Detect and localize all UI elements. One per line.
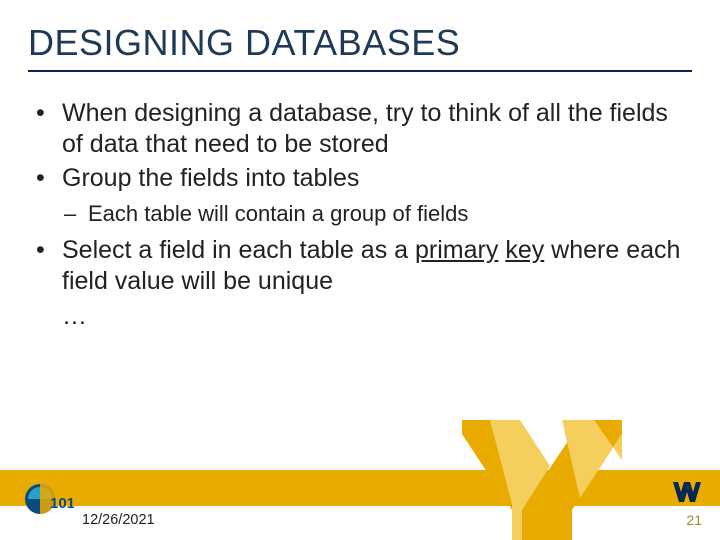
sub-bullet-list: Each table will contain a group of field… (28, 200, 692, 228)
slide-title: DESIGNING DATABASES (28, 22, 460, 64)
slide-body: When designing a database, try to think … (28, 98, 692, 331)
ellipsis-text: … (28, 302, 692, 331)
course-101-logo-icon: 101 (24, 478, 74, 520)
bullet-list: Select a field in each table as a primar… (28, 235, 692, 296)
svg-text:101: 101 (50, 495, 74, 512)
slide: DESIGNING DATABASES When designing a dat… (0, 0, 720, 540)
footer-band (0, 470, 720, 506)
footer-date: 12/26/2021 (82, 512, 155, 528)
bullet-item: When designing a database, try to think … (28, 98, 692, 159)
title-underline (28, 70, 692, 72)
text-run: Select a field in each table as a (62, 236, 415, 264)
page-number: 21 (686, 512, 702, 528)
wv-logo-icon (672, 480, 702, 504)
bullet-item: Select a field in each table as a primar… (28, 235, 692, 296)
bullet-item: Group the fields into tables (28, 163, 692, 194)
bullet-list: When designing a database, try to think … (28, 98, 692, 194)
underlined-text: key (505, 236, 544, 264)
underlined-text: primary (415, 236, 498, 264)
sub-bullet-item: Each table will contain a group of field… (28, 200, 692, 228)
